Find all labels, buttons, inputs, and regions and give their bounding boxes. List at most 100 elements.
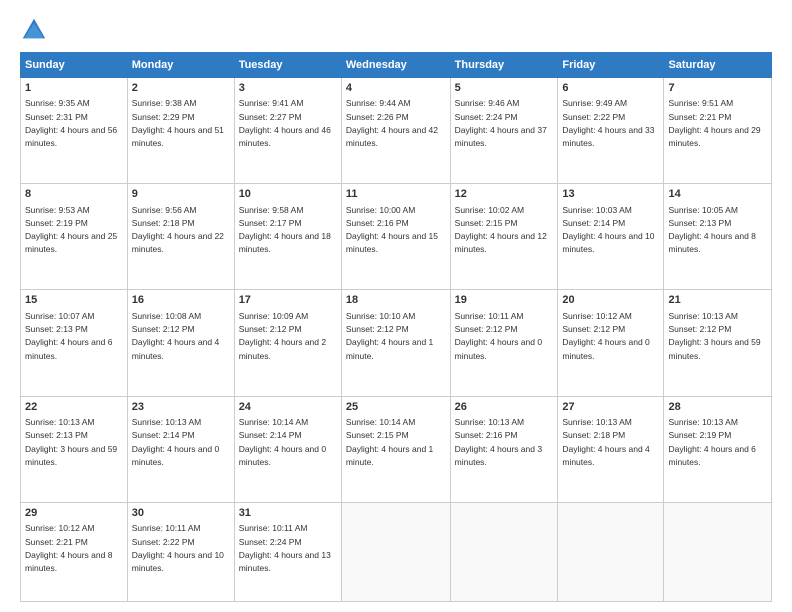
day-number: 20 — [562, 293, 659, 308]
calendar-cell — [558, 502, 664, 601]
calendar-cell: 16 Sunrise: 10:08 AMSunset: 2:12 PMDayli… — [127, 290, 234, 396]
day-info: Sunrise: 10:02 AMSunset: 2:15 PMDaylight… — [455, 205, 547, 255]
day-info: Sunrise: 10:11 AMSunset: 2:22 PMDaylight… — [132, 523, 224, 573]
page: SundayMondayTuesdayWednesdayThursdayFrid… — [0, 0, 792, 612]
day-number: 5 — [455, 81, 554, 96]
day-number: 21 — [668, 293, 767, 308]
day-number: 9 — [132, 187, 230, 202]
logo — [20, 16, 52, 44]
calendar-cell: 30 Sunrise: 10:11 AMSunset: 2:22 PMDayli… — [127, 502, 234, 601]
day-number: 18 — [346, 293, 446, 308]
calendar-cell: 24 Sunrise: 10:14 AMSunset: 2:14 PMDayli… — [234, 396, 341, 502]
calendar-cell: 28 Sunrise: 10:13 AMSunset: 2:19 PMDayli… — [664, 396, 772, 502]
header-cell: Monday — [127, 53, 234, 78]
calendar-cell: 23 Sunrise: 10:13 AMSunset: 2:14 PMDayli… — [127, 396, 234, 502]
calendar-cell: 10 Sunrise: 9:58 AMSunset: 2:17 PMDaylig… — [234, 184, 341, 290]
calendar-cell: 27 Sunrise: 10:13 AMSunset: 2:18 PMDayli… — [558, 396, 664, 502]
calendar-row: 1 Sunrise: 9:35 AMSunset: 2:31 PMDayligh… — [21, 78, 772, 184]
day-info: Sunrise: 10:08 AMSunset: 2:12 PMDaylight… — [132, 311, 219, 361]
calendar-cell: 22 Sunrise: 10:13 AMSunset: 2:13 PMDayli… — [21, 396, 128, 502]
day-info: Sunrise: 10:05 AMSunset: 2:13 PMDaylight… — [668, 205, 755, 255]
day-number: 17 — [239, 293, 337, 308]
day-info: Sunrise: 10:12 AMSunset: 2:21 PMDaylight… — [25, 523, 112, 573]
day-number: 29 — [25, 506, 123, 521]
header-cell: Sunday — [21, 53, 128, 78]
header — [20, 16, 772, 44]
day-info: Sunrise: 9:49 AMSunset: 2:22 PMDaylight:… — [562, 98, 654, 148]
calendar-cell: 9 Sunrise: 9:56 AMSunset: 2:18 PMDayligh… — [127, 184, 234, 290]
day-number: 8 — [25, 187, 123, 202]
day-info: Sunrise: 10:14 AMSunset: 2:14 PMDaylight… — [239, 417, 326, 467]
day-info: Sunrise: 9:44 AMSunset: 2:26 PMDaylight:… — [346, 98, 438, 148]
calendar-cell: 2 Sunrise: 9:38 AMSunset: 2:29 PMDayligh… — [127, 78, 234, 184]
day-info: Sunrise: 10:09 AMSunset: 2:12 PMDaylight… — [239, 311, 326, 361]
calendar-row: 22 Sunrise: 10:13 AMSunset: 2:13 PMDayli… — [21, 396, 772, 502]
calendar-cell: 25 Sunrise: 10:14 AMSunset: 2:15 PMDayli… — [341, 396, 450, 502]
day-number: 22 — [25, 400, 123, 415]
calendar-cell: 5 Sunrise: 9:46 AMSunset: 2:24 PMDayligh… — [450, 78, 558, 184]
calendar-cell: 15 Sunrise: 10:07 AMSunset: 2:13 PMDayli… — [21, 290, 128, 396]
day-info: Sunrise: 9:38 AMSunset: 2:29 PMDaylight:… — [132, 98, 224, 148]
day-number: 28 — [668, 400, 767, 415]
day-info: Sunrise: 10:10 AMSunset: 2:12 PMDaylight… — [346, 311, 433, 361]
calendar-cell: 20 Sunrise: 10:12 AMSunset: 2:12 PMDayli… — [558, 290, 664, 396]
calendar-cell: 29 Sunrise: 10:12 AMSunset: 2:21 PMDayli… — [21, 502, 128, 601]
calendar-row: 29 Sunrise: 10:12 AMSunset: 2:21 PMDayli… — [21, 502, 772, 601]
day-info: Sunrise: 9:41 AMSunset: 2:27 PMDaylight:… — [239, 98, 331, 148]
header-row: SundayMondayTuesdayWednesdayThursdayFrid… — [21, 53, 772, 78]
day-info: Sunrise: 10:07 AMSunset: 2:13 PMDaylight… — [25, 311, 112, 361]
calendar-cell: 8 Sunrise: 9:53 AMSunset: 2:19 PMDayligh… — [21, 184, 128, 290]
day-info: Sunrise: 9:46 AMSunset: 2:24 PMDaylight:… — [455, 98, 547, 148]
day-number: 24 — [239, 400, 337, 415]
day-number: 13 — [562, 187, 659, 202]
calendar-cell: 11 Sunrise: 10:00 AMSunset: 2:16 PMDayli… — [341, 184, 450, 290]
calendar-cell — [450, 502, 558, 601]
day-info: Sunrise: 9:58 AMSunset: 2:17 PMDaylight:… — [239, 205, 331, 255]
day-info: Sunrise: 10:13 AMSunset: 2:13 PMDaylight… — [25, 417, 117, 467]
day-number: 25 — [346, 400, 446, 415]
calendar-cell: 31 Sunrise: 10:11 AMSunset: 2:24 PMDayli… — [234, 502, 341, 601]
day-number: 15 — [25, 293, 123, 308]
day-number: 12 — [455, 187, 554, 202]
calendar-cell — [341, 502, 450, 601]
calendar-row: 8 Sunrise: 9:53 AMSunset: 2:19 PMDayligh… — [21, 184, 772, 290]
calendar-body: 1 Sunrise: 9:35 AMSunset: 2:31 PMDayligh… — [21, 78, 772, 602]
calendar-cell: 6 Sunrise: 9:49 AMSunset: 2:22 PMDayligh… — [558, 78, 664, 184]
calendar-cell: 12 Sunrise: 10:02 AMSunset: 2:15 PMDayli… — [450, 184, 558, 290]
day-number: 6 — [562, 81, 659, 96]
day-info: Sunrise: 9:51 AMSunset: 2:21 PMDaylight:… — [668, 98, 760, 148]
header-cell: Saturday — [664, 53, 772, 78]
calendar-cell: 14 Sunrise: 10:05 AMSunset: 2:13 PMDayli… — [664, 184, 772, 290]
day-info: Sunrise: 10:13 AMSunset: 2:18 PMDaylight… — [562, 417, 649, 467]
day-number: 19 — [455, 293, 554, 308]
header-cell: Friday — [558, 53, 664, 78]
calendar-cell: 13 Sunrise: 10:03 AMSunset: 2:14 PMDayli… — [558, 184, 664, 290]
calendar-cell: 7 Sunrise: 9:51 AMSunset: 2:21 PMDayligh… — [664, 78, 772, 184]
calendar-cell: 17 Sunrise: 10:09 AMSunset: 2:12 PMDayli… — [234, 290, 341, 396]
day-info: Sunrise: 9:35 AMSunset: 2:31 PMDaylight:… — [25, 98, 117, 148]
day-number: 23 — [132, 400, 230, 415]
calendar: SundayMondayTuesdayWednesdayThursdayFrid… — [20, 52, 772, 602]
day-info: Sunrise: 10:13 AMSunset: 2:16 PMDaylight… — [455, 417, 542, 467]
calendar-cell — [664, 502, 772, 601]
calendar-row: 15 Sunrise: 10:07 AMSunset: 2:13 PMDayli… — [21, 290, 772, 396]
day-number: 10 — [239, 187, 337, 202]
day-number: 30 — [132, 506, 230, 521]
day-info: Sunrise: 9:56 AMSunset: 2:18 PMDaylight:… — [132, 205, 224, 255]
day-info: Sunrise: 10:13 AMSunset: 2:12 PMDaylight… — [668, 311, 760, 361]
calendar-cell: 3 Sunrise: 9:41 AMSunset: 2:27 PMDayligh… — [234, 78, 341, 184]
calendar-cell: 4 Sunrise: 9:44 AMSunset: 2:26 PMDayligh… — [341, 78, 450, 184]
header-cell: Wednesday — [341, 53, 450, 78]
day-number: 1 — [25, 81, 123, 96]
calendar-cell: 19 Sunrise: 10:11 AMSunset: 2:12 PMDayli… — [450, 290, 558, 396]
day-number: 7 — [668, 81, 767, 96]
day-number: 16 — [132, 293, 230, 308]
calendar-cell: 26 Sunrise: 10:13 AMSunset: 2:16 PMDayli… — [450, 396, 558, 502]
day-info: Sunrise: 10:11 AMSunset: 2:24 PMDaylight… — [239, 523, 331, 573]
day-number: 3 — [239, 81, 337, 96]
header-cell: Tuesday — [234, 53, 341, 78]
calendar-header: SundayMondayTuesdayWednesdayThursdayFrid… — [21, 53, 772, 78]
day-info: Sunrise: 10:11 AMSunset: 2:12 PMDaylight… — [455, 311, 542, 361]
calendar-cell: 1 Sunrise: 9:35 AMSunset: 2:31 PMDayligh… — [21, 78, 128, 184]
day-info: Sunrise: 10:12 AMSunset: 2:12 PMDaylight… — [562, 311, 649, 361]
